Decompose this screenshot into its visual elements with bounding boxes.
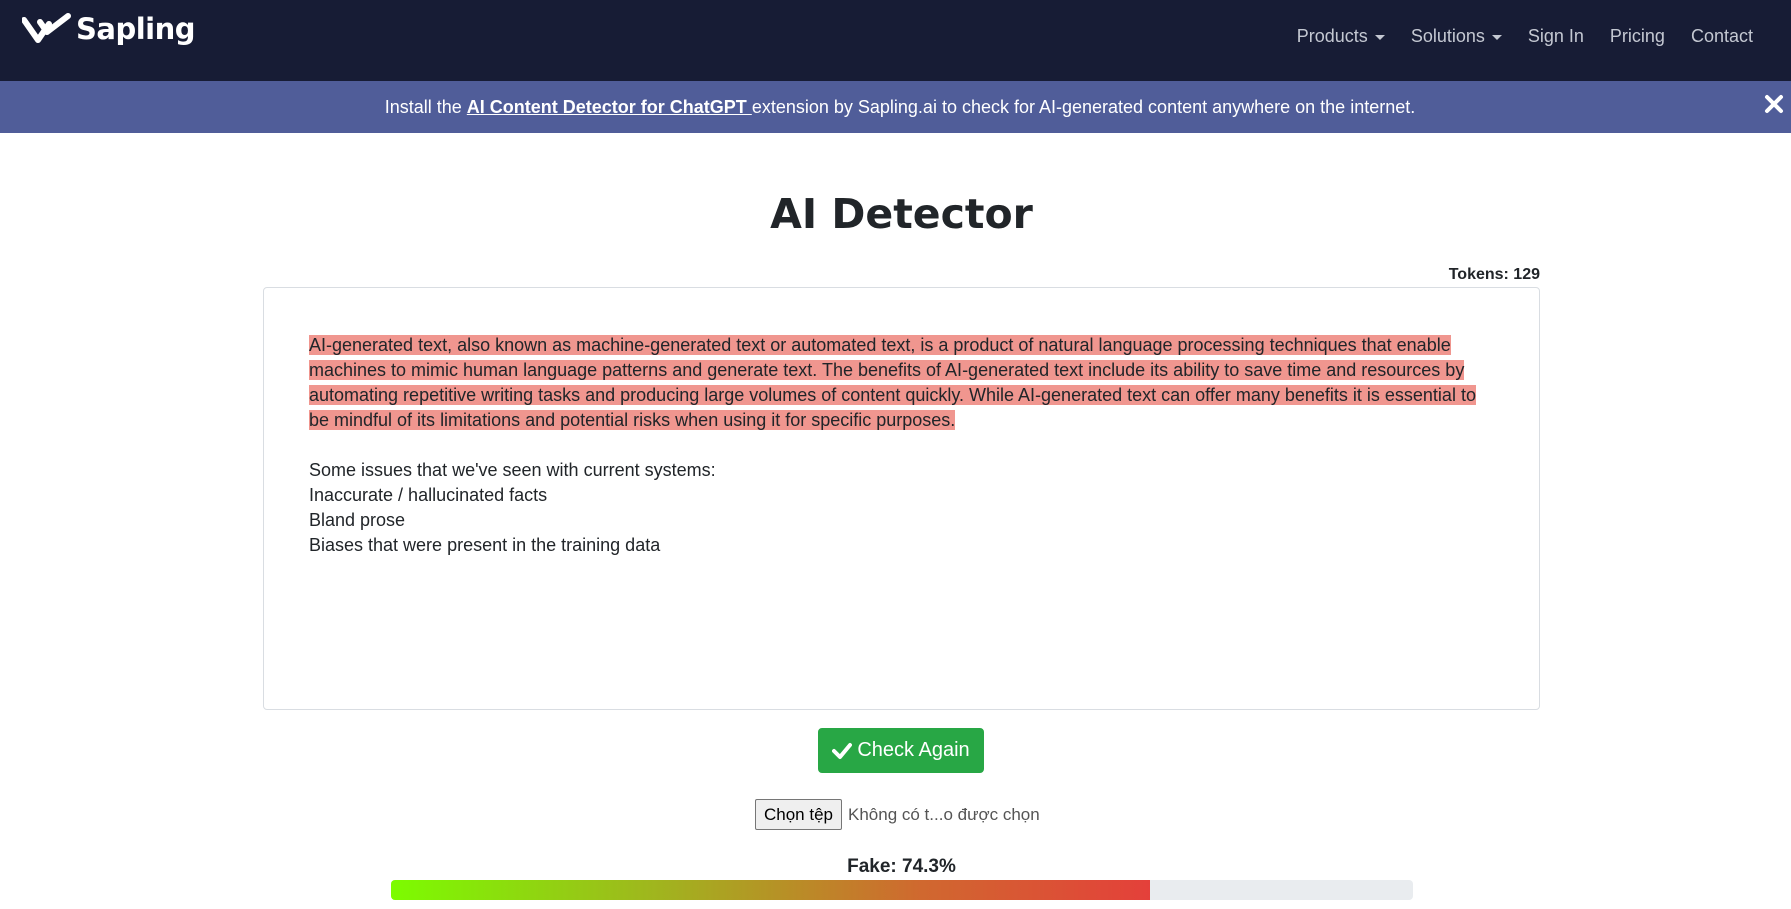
plain-paragraph: Some issues that we've seen with current… xyxy=(309,458,1495,558)
highlighted-line: be mindful of its limitations and potent… xyxy=(309,410,956,430)
highlighted-line: machines to mimic human language pattern… xyxy=(309,360,1465,380)
page-title: AI Detector xyxy=(770,190,1033,238)
banner-suffix: extension by Sapling.ai to check for AI-… xyxy=(751,97,1416,117)
choose-file-button[interactable]: Chọn tệp xyxy=(755,799,842,830)
top-navbar: Sapling Products Solutions Sign In Prici… xyxy=(0,0,1791,81)
nav-solutions-label: Solutions xyxy=(1410,26,1485,46)
highlighted-paragraph: AI-generated text, also known as machine… xyxy=(309,333,1495,433)
text-editor[interactable]: AI-generated text, also known as machine… xyxy=(263,287,1540,710)
nav-pricing-label: Pricing xyxy=(1609,26,1665,46)
banner-prefix: Install the xyxy=(384,97,467,117)
highlighted-line: automating repetitive writing tasks and … xyxy=(309,385,1476,405)
fake-score-bar xyxy=(391,880,1413,900)
extension-banner: Install the AI Content Detector for Chat… xyxy=(0,81,1791,133)
check-again-button[interactable]: Check Again xyxy=(818,728,984,773)
main-nav: Products Solutions Sign In Pricing Conta… xyxy=(1284,22,1766,51)
fake-score-fill xyxy=(391,880,1151,900)
nav-sign-in-label: Sign In xyxy=(1527,26,1584,46)
plain-line: Biases that were present in the training… xyxy=(309,535,661,555)
nav-products-label: Products xyxy=(1296,26,1368,46)
banner-text: Install the AI Content Detector for Chat… xyxy=(0,97,1791,118)
sapling-logo-icon xyxy=(22,13,71,43)
nav-solutions[interactable]: Solutions xyxy=(1398,22,1515,51)
nav-contact[interactable]: Contact xyxy=(1678,22,1766,51)
checkmark-icon xyxy=(832,742,853,759)
plain-line: Inaccurate / hallucinated facts xyxy=(309,485,548,505)
chevron-down-icon xyxy=(1374,35,1385,40)
nav-contact-label: Contact xyxy=(1690,26,1753,46)
banner-extension-link[interactable]: AI Content Detector for ChatGPT xyxy=(467,97,752,117)
file-input: Chọn tệp Không có t...o được chọn xyxy=(755,799,1040,830)
nav-sign-in[interactable]: Sign In xyxy=(1515,22,1597,51)
highlighted-line: AI-generated text, also known as machine… xyxy=(309,335,1451,355)
file-status: Không có t...o được chọn xyxy=(848,804,1040,824)
token-count: Tokens: 129 xyxy=(1448,266,1540,283)
brand-logo-link[interactable]: Sapling xyxy=(22,12,196,46)
nav-products[interactable]: Products xyxy=(1284,22,1398,51)
fake-score-label: Fake: 74.3% xyxy=(847,856,956,877)
close-icon[interactable] xyxy=(1763,93,1785,115)
check-again-label: Check Again xyxy=(857,739,970,761)
plain-line: Bland prose xyxy=(309,510,406,530)
chevron-down-icon xyxy=(1491,35,1502,40)
brand-name: Sapling xyxy=(76,12,196,46)
nav-pricing[interactable]: Pricing xyxy=(1597,22,1678,51)
plain-line: Some issues that we've seen with current… xyxy=(309,460,716,480)
